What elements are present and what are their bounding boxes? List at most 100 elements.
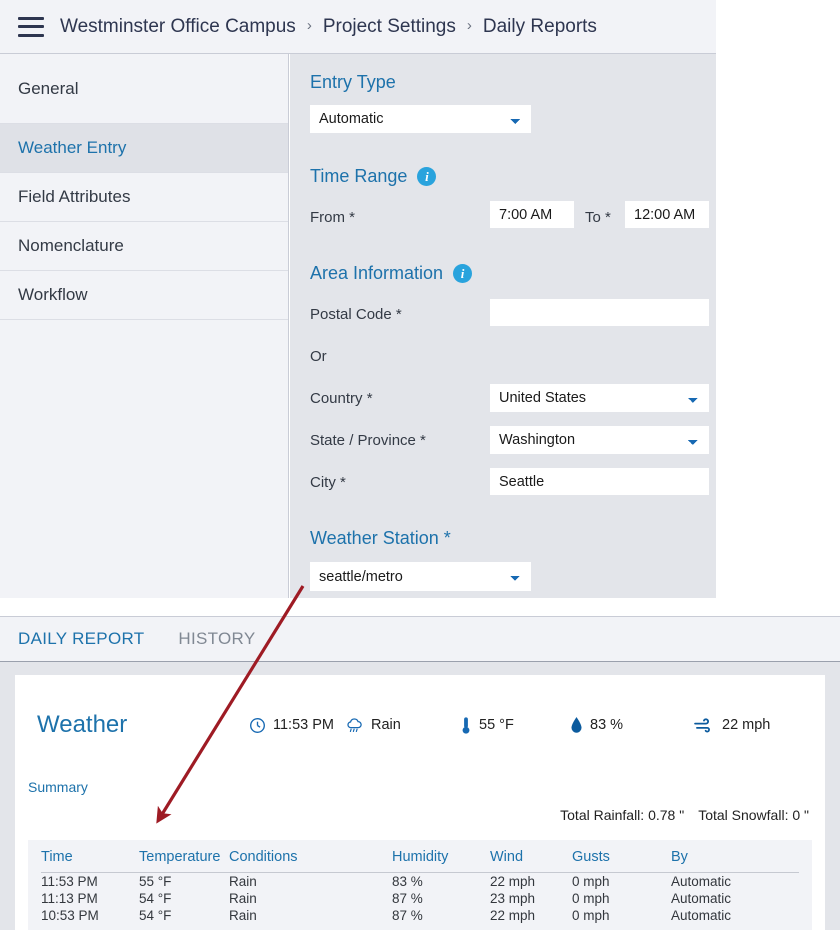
sidebar-item-field-attributes[interactable]: Field Attributes <box>0 173 288 222</box>
cell-conditions: Rain <box>229 874 257 889</box>
breadcrumb-separator-icon: › <box>306 17 312 34</box>
from-time-input[interactable] <box>490 201 574 228</box>
sidebar-item-label: Nomenclature <box>18 236 124 255</box>
cell-wind: 23 mph <box>490 891 536 906</box>
cell-humidity: 87 % <box>392 891 423 906</box>
cell-wind: 22 mph <box>490 908 536 923</box>
column-header-temperature[interactable]: Temperature <box>139 840 229 873</box>
weather-stat-humidity: 83 % <box>570 716 694 735</box>
table-row[interactable]: 11:13 PM 54 °F Rain 87 % 23 mph 0 mph Au… <box>41 890 799 907</box>
rain-cloud-icon <box>345 717 364 734</box>
breadcrumb-item-project[interactable]: Westminster Office Campus <box>60 16 296 38</box>
info-icon[interactable]: i <box>453 264 473 283</box>
water-drop-icon <box>570 716 583 735</box>
weather-stat-value: 83 % <box>590 717 624 733</box>
weather-station-section-title: Weather Station * <box>310 528 451 549</box>
weather-stat-value: 22 mph <box>722 717 771 733</box>
entry-type-label: Entry Type <box>310 72 396 92</box>
cell-by: Automatic <box>671 874 732 889</box>
entry-type-select[interactable]: Automatic <box>310 105 531 133</box>
settings-sidebar: General Weather Entry Field Attributes N… <box>0 54 289 598</box>
area-information-label: Area Information <box>310 263 444 283</box>
breadcrumb-separator-icon: › <box>466 17 472 34</box>
sidebar-item-label: General <box>18 78 79 98</box>
cell-time: 10:53 PM <box>41 908 99 923</box>
or-separator-label: Or <box>310 348 327 365</box>
app-header: Westminster Office Campus › Project Sett… <box>0 0 716 54</box>
weather-totals: Total Rainfall: 0.78 " Total Snowfall: 0… <box>560 807 809 823</box>
total-rainfall-value: Total Rainfall: 0.78 " <box>560 807 685 823</box>
column-header-humidity[interactable]: Humidity <box>392 840 490 873</box>
state-province-label: State / Province * <box>310 432 426 449</box>
weather-stat-value: 11:53 PM <box>273 717 334 733</box>
sidebar-item-workflow[interactable]: Workflow <box>0 271 288 320</box>
breadcrumb-item-daily-reports[interactable]: Daily Reports <box>483 16 597 38</box>
to-label: To * <box>585 209 611 226</box>
clock-icon <box>249 717 266 734</box>
weather-stat-temperature: 55 °F <box>460 716 570 735</box>
weather-table-container: Time Temperature Conditions Humidity Win… <box>28 840 812 930</box>
table-row[interactable]: 11:53 PM 55 °F Rain 83 % 22 mph 0 mph Au… <box>41 873 799 891</box>
weather-station-select[interactable]: seattle/metro <box>310 562 531 591</box>
cell-time: 11:53 PM <box>41 874 98 889</box>
city-input[interactable] <box>490 468 709 495</box>
weather-station-label: Weather Station * <box>310 528 451 548</box>
country-label: Country * <box>310 390 373 407</box>
cell-conditions: Rain <box>229 908 257 923</box>
app-root: Westminster Office Campus › Project Sett… <box>0 0 840 930</box>
column-header-conditions[interactable]: Conditions <box>229 840 392 873</box>
column-header-gusts[interactable]: Gusts <box>572 840 671 873</box>
cell-time: 11:13 PM <box>41 891 98 906</box>
breadcrumb-item-project-settings[interactable]: Project Settings <box>323 16 456 38</box>
cell-gusts: 0 mph <box>572 891 610 906</box>
weather-card: Weather 11:53 PM Rain 55 °F 83 % 22 mph … <box>15 675 825 930</box>
cell-temperature: 55 °F <box>139 874 172 889</box>
sidebar-item-weather-entry[interactable]: Weather Entry <box>0 124 288 173</box>
sidebar-item-label: Field Attributes <box>18 187 131 206</box>
weather-panel-title: Weather <box>37 711 128 738</box>
weather-stat-value: Rain <box>371 717 401 733</box>
sidebar-item-general[interactable]: General <box>0 54 288 124</box>
cell-gusts: 0 mph <box>572 908 610 923</box>
weather-stat-conditions: Rain <box>345 717 460 734</box>
sidebar-item-nomenclature[interactable]: Nomenclature <box>0 222 288 271</box>
from-label: From * <box>310 209 355 226</box>
column-header-by[interactable]: By <box>671 840 799 873</box>
report-tabbar: DAILY REPORT HISTORY <box>0 616 840 674</box>
hamburger-icon[interactable] <box>18 16 44 37</box>
cell-gusts: 0 mph <box>572 874 610 889</box>
column-header-time[interactable]: Time <box>41 840 139 873</box>
postal-code-input[interactable] <box>490 299 709 326</box>
weather-table-body: 11:53 PM 55 °F Rain 83 % 22 mph 0 mph Au… <box>41 873 799 925</box>
daily-report-content: Weather 11:53 PM Rain 55 °F 83 % 22 mph … <box>0 662 840 930</box>
weather-header-row: Weather 11:53 PM Rain 55 °F 83 % 22 mph <box>15 705 825 745</box>
tab-label: HISTORY <box>178 629 256 648</box>
cell-by: Automatic <box>671 908 732 923</box>
weather-stat-time: 11:53 PM <box>249 717 345 734</box>
to-time-input[interactable] <box>625 201 709 228</box>
table-header-row: Time Temperature Conditions Humidity Win… <box>41 840 799 873</box>
tab-daily-report[interactable]: DAILY REPORT <box>14 629 148 674</box>
cell-by: Automatic <box>671 891 732 906</box>
country-select[interactable]: United States <box>490 384 709 412</box>
sidebar-item-label: Workflow <box>18 285 88 304</box>
postal-code-label: Postal Code * <box>310 306 402 323</box>
time-range-label: Time Range <box>310 166 408 186</box>
cell-temperature: 54 °F <box>139 908 172 923</box>
area-information-section-title: Area Information i <box>310 263 473 284</box>
cell-humidity: 87 % <box>392 908 423 923</box>
table-row[interactable]: 10:53 PM 54 °F Rain 87 % 22 mph 0 mph Au… <box>41 907 799 924</box>
tab-label: DAILY REPORT <box>18 629 145 648</box>
summary-link[interactable]: Summary <box>28 779 88 795</box>
thermometer-icon <box>460 716 472 735</box>
column-header-wind[interactable]: Wind <box>490 840 572 873</box>
wind-icon <box>694 717 715 734</box>
state-province-select[interactable]: Washington <box>490 426 709 454</box>
cell-conditions: Rain <box>229 891 257 906</box>
tab-history[interactable]: HISTORY <box>174 629 259 649</box>
weather-entry-form: Entry Type Automatic Time Range i From *… <box>290 54 716 598</box>
weather-stat-value: 55 °F <box>479 717 514 733</box>
time-range-section-title: Time Range i <box>310 166 437 187</box>
info-icon[interactable]: i <box>417 167 437 186</box>
cell-humidity: 83 % <box>392 874 423 889</box>
